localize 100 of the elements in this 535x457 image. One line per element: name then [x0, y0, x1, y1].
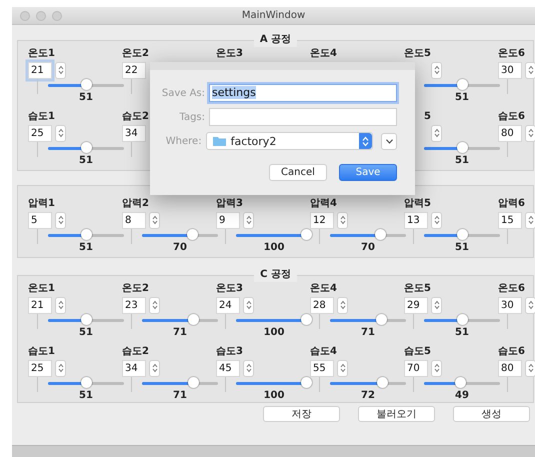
slider-handle[interactable]	[455, 377, 466, 388]
stepper-button[interactable]	[55, 296, 66, 314]
slider-handle[interactable]	[188, 377, 199, 388]
number-field[interactable]: 28	[310, 296, 334, 314]
action-button[interactable]: 불러오기	[358, 406, 435, 422]
stepper-button[interactable]	[525, 124, 535, 142]
number-field[interactable]: 13	[404, 212, 428, 228]
number-field[interactable]: 70	[404, 360, 428, 376]
slider[interactable]	[329, 314, 407, 326]
stepper-button[interactable]	[431, 360, 442, 376]
slider[interactable]	[235, 314, 313, 326]
slider-handle[interactable]	[456, 229, 468, 240]
stepper-button[interactable]	[55, 124, 66, 142]
slider-handle[interactable]	[301, 314, 312, 325]
slider-handle[interactable]	[80, 79, 92, 90]
slider[interactable]	[47, 142, 125, 154]
slider-handle[interactable]	[80, 142, 92, 153]
slider-handle[interactable]	[376, 314, 387, 325]
slider[interactable]	[423, 229, 501, 241]
stepper-button[interactable]	[431, 212, 442, 228]
slider-handle[interactable]	[376, 377, 388, 388]
number-field[interactable]: 12	[310, 212, 334, 228]
slider[interactable]	[141, 314, 219, 326]
slider[interactable]	[141, 229, 219, 241]
number-field[interactable]: 22	[122, 62, 146, 78]
stepper-button[interactable]	[525, 360, 535, 376]
number-field[interactable]: 9	[216, 212, 240, 228]
stepper-button[interactable]	[337, 296, 348, 314]
up-down-icon	[58, 128, 64, 138]
number-field[interactable]: 23	[122, 296, 146, 314]
action-button[interactable]: 저장	[263, 406, 340, 422]
slider[interactable]	[329, 229, 407, 241]
stepper-button[interactable]	[525, 62, 535, 78]
number-field[interactable]: 55	[310, 360, 334, 376]
stepper-button[interactable]	[525, 296, 535, 314]
stepper-button[interactable]	[431, 62, 442, 78]
up-down-icon	[58, 215, 64, 225]
slider[interactable]	[141, 377, 219, 389]
slider-handle[interactable]	[375, 229, 386, 240]
slider-handle[interactable]	[80, 314, 92, 325]
number-field[interactable]: 45	[216, 360, 240, 376]
stepper-button[interactable]	[431, 296, 442, 314]
up-down-icon	[528, 215, 534, 225]
slider[interactable]	[47, 79, 125, 91]
stepper-button[interactable]	[55, 62, 66, 78]
number-field[interactable]: 25	[28, 360, 52, 376]
number-field[interactable]: 8	[122, 212, 146, 228]
slider-handle[interactable]	[456, 79, 468, 90]
text-field[interactable]	[209, 108, 397, 126]
slider[interactable]	[47, 314, 125, 326]
stepper-button[interactable]	[55, 360, 66, 376]
stepper-button[interactable]	[525, 212, 535, 228]
number-field[interactable]: 30	[498, 62, 522, 78]
stepper-button[interactable]	[55, 212, 66, 228]
stepper-button[interactable]	[243, 360, 254, 376]
number-field[interactable]: 5	[28, 212, 52, 228]
slider[interactable]	[47, 377, 125, 389]
slider-handle[interactable]	[188, 314, 199, 325]
number-field[interactable]: 21	[28, 296, 52, 314]
slider-handle[interactable]	[456, 314, 468, 325]
number-field[interactable]: 30	[498, 296, 522, 314]
slider[interactable]	[423, 79, 501, 91]
slider-handle[interactable]	[187, 229, 198, 240]
stepper-button[interactable]	[149, 360, 160, 376]
slider-value: 51	[79, 242, 93, 253]
number-field[interactable]: 29	[404, 296, 428, 314]
window-title: MainWindow	[242, 10, 306, 21]
stepper-button[interactable]	[337, 360, 348, 376]
slider-handle[interactable]	[80, 377, 92, 388]
number-field[interactable]: 24	[216, 296, 240, 314]
stepper-button[interactable]	[149, 212, 160, 228]
slider[interactable]	[235, 377, 313, 389]
number-field[interactable]: 34	[122, 124, 146, 142]
slider-handle[interactable]	[301, 377, 312, 388]
slider-handle[interactable]	[456, 142, 468, 153]
slider[interactable]	[423, 377, 501, 389]
text-field[interactable]: settings	[209, 84, 397, 102]
number-field[interactable]: 80	[498, 124, 522, 142]
stepper-button[interactable]	[243, 296, 254, 314]
stepper-button[interactable]	[431, 124, 442, 142]
number-field[interactable]: 15	[498, 212, 522, 228]
slider[interactable]	[47, 229, 125, 241]
slider[interactable]	[423, 142, 501, 154]
stepper-button[interactable]	[337, 212, 348, 228]
slider-handle[interactable]	[301, 229, 312, 240]
slider[interactable]	[423, 314, 501, 326]
slider[interactable]	[329, 377, 407, 389]
slider[interactable]	[235, 229, 313, 241]
up-down-icon	[58, 65, 64, 75]
number-field[interactable]: 25	[28, 124, 52, 142]
number-field[interactable]: 21	[28, 62, 52, 78]
action-button[interactable]: 생성	[453, 406, 530, 422]
expand-button[interactable]	[381, 132, 397, 150]
number-field[interactable]: 34	[122, 360, 146, 376]
stepper-button[interactable]	[243, 212, 254, 228]
slider-handle[interactable]	[80, 229, 92, 240]
number-field[interactable]: 80	[498, 360, 522, 376]
stepper-button[interactable]	[149, 296, 160, 314]
cancel-button[interactable]: Cancel	[269, 164, 327, 181]
location-dropdown[interactable]: factory2	[206, 132, 374, 150]
